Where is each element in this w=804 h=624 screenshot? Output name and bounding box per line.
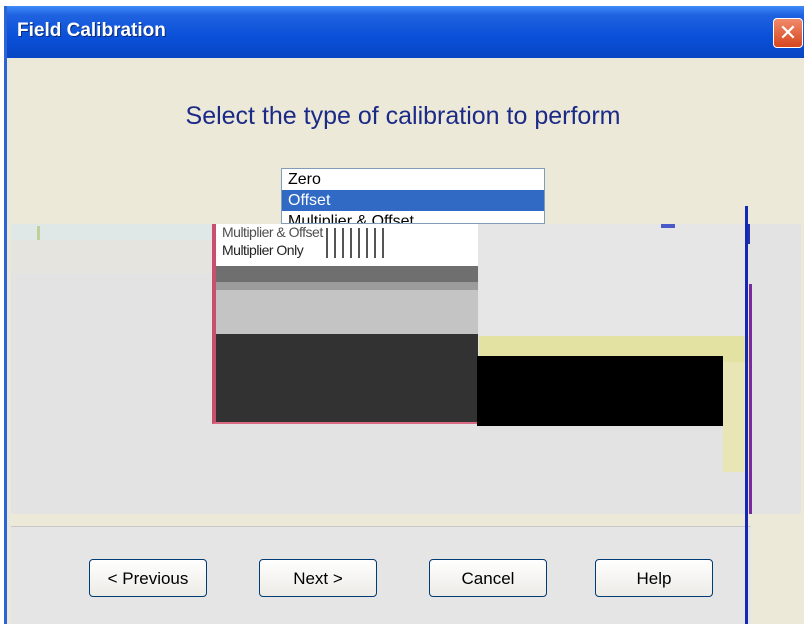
close-icon[interactable]: ✕: [773, 18, 803, 48]
list-option-multiplier-offset[interactable]: Multiplier & Offset: [282, 211, 544, 223]
wizard-content: Select the type of calibration to perfor…: [11, 58, 801, 518]
artifact-line: [745, 206, 748, 624]
list-option-offset[interactable]: Offset: [282, 190, 544, 211]
page-heading: Select the type of calibration to perfor…: [185, 102, 621, 130]
button-bar: < Previous Next > Cancel Help: [11, 526, 751, 624]
artifact-bar: [216, 282, 478, 290]
field-calibration-window: Field Calibration ✕ Select the type of c…: [4, 6, 804, 624]
artifact-dropdown-popup: Multiplier & Offset Multiplier Only: [212, 224, 478, 424]
artifact-bar: [216, 266, 478, 282]
rendering-artifact-region: Multiplier & Offset Multiplier Only: [11, 224, 801, 514]
artifact-strip: [11, 240, 211, 274]
artifact-block: [477, 356, 723, 426]
cancel-button[interactable]: Cancel: [429, 559, 547, 597]
artifact-ticks: [326, 228, 386, 258]
artifact-bar: [216, 290, 478, 334]
artifact-line: [749, 284, 752, 514]
title-bar[interactable]: Field Calibration ✕: [7, 6, 804, 58]
window-title: Field Calibration: [17, 20, 166, 41]
artifact-line: [661, 224, 675, 228]
list-option-zero[interactable]: Zero: [282, 169, 544, 190]
calibration-type-list[interactable]: Zero Offset Multiplier & Offset: [281, 168, 545, 224]
artifact-tick: [37, 226, 40, 240]
artifact-block: [479, 224, 749, 336]
help-button[interactable]: Help: [595, 559, 713, 597]
next-button[interactable]: Next >: [259, 559, 377, 597]
artifact-bar: [216, 334, 478, 422]
artifact-strip: [11, 224, 211, 240]
artifact-popup-line: Multiplier & Offset: [222, 224, 323, 240]
previous-button[interactable]: < Previous: [89, 559, 207, 597]
artifact-popup-line: Multiplier Only: [222, 242, 304, 258]
